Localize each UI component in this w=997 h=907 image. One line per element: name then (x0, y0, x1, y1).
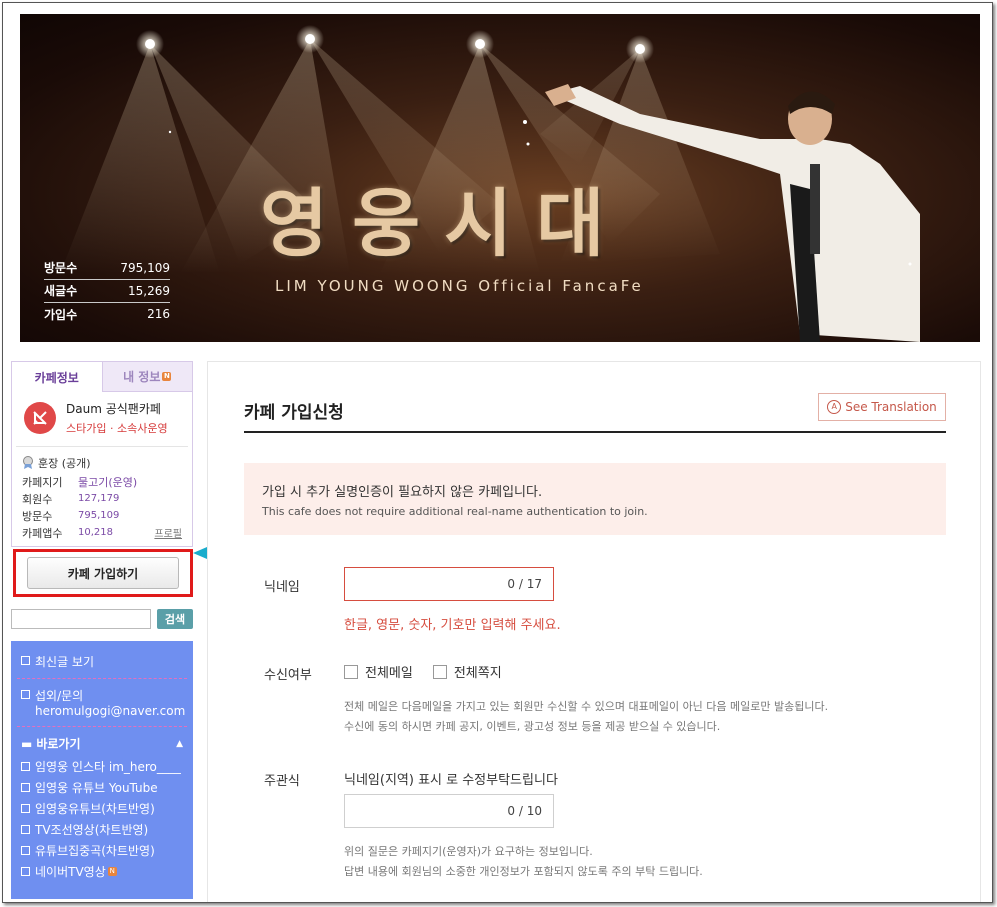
window-frame: 영웅시대 LIM YOUNG WOONG Official FancaFe 방문… (2, 2, 993, 903)
shortcut-item[interactable]: 네이버TV영상 N (11, 861, 193, 882)
receive-options: 전체메일 전체쪽지 (344, 662, 522, 681)
shortcut-item[interactable]: 임영웅 유튜브 YouTube (11, 777, 193, 798)
row-visits: 방문수 795,109 (22, 509, 120, 523)
receive-label: 수신여부 (264, 668, 312, 683)
translate-icon: A (827, 400, 842, 414)
stat-visits: 방문수 795,109 (44, 257, 170, 280)
search-button[interactable]: 검색 (157, 609, 193, 629)
row-members: 회원수 127,179 (22, 492, 120, 506)
link-icon (21, 783, 30, 792)
sidebar-search: 검색 (11, 609, 193, 629)
question-text: 닉네임(지역) 표시 로 수정부탁드립니다 (344, 773, 558, 788)
join-highlight: 카페 가입하기 (13, 549, 193, 597)
nickname-input[interactable]: 0 / 17 (344, 567, 554, 601)
new-badge: N (107, 867, 117, 876)
board-icon (21, 656, 30, 665)
cafe-rank: 훈장 (공개) (12, 447, 192, 473)
shortcut-item[interactable]: TV조선영상(차트반영) (11, 819, 193, 840)
all-mail-checkbox[interactable]: 전체메일 (344, 662, 413, 681)
answer-input[interactable]: 0 / 10 (344, 794, 554, 828)
medal-icon (23, 456, 33, 469)
shortcut-item[interactable]: 임영웅 인스타 im_hero____ (11, 756, 193, 777)
page-title: 카페 가입신청 (244, 403, 344, 423)
auth-notice: 가입 시 추가 실명인증이 필요하지 않은 카페입니다. This cafe d… (244, 463, 946, 535)
link-icon (21, 804, 30, 813)
cafe-type: Daum 공식팬카페 스타가입 · 소속사운영 (16, 392, 188, 447)
link-icon (21, 762, 30, 771)
banner-title: 영웅시대 (260, 181, 629, 267)
menu-contact[interactable]: 섭외/문의 heromulgogi@naver.com (11, 683, 193, 722)
cafe-banner: 영웅시대 LIM YOUNG WOONG Official FancaFe 방문… (20, 14, 980, 342)
banner-subtitle: LIM YOUNG WOONG Official FancaFe (275, 277, 644, 295)
dash-icon: ▬ (21, 736, 33, 751)
row-app-count: 카페앱수 10,218 프로필 (22, 525, 182, 541)
row-manager: 카페지기 물고기(운영) (22, 474, 138, 490)
profile-link[interactable]: 프로필 (154, 525, 182, 540)
info-tabs: 카페정보 내 정보 N (12, 362, 192, 392)
daum-official-icon (24, 402, 56, 434)
join-cafe-button[interactable]: 카페 가입하기 (27, 557, 179, 589)
cafe-type-desc: 스타가입 · 소속사운영 (66, 422, 168, 435)
see-translation-button[interactable]: A See Translation (818, 393, 946, 421)
question-label: 주관식 (264, 774, 300, 789)
all-note-checkbox[interactable]: 전체쪽지 (432, 662, 502, 681)
manager-link[interactable]: 물고기(운영) (78, 474, 137, 490)
join-form-panel: 카페 가입신청 A See Translation 가입 시 추가 실명인증이 … (207, 361, 981, 902)
stat-new-posts: 새글수 15,269 (44, 280, 170, 303)
search-input[interactable] (11, 609, 151, 629)
new-badge: N (162, 372, 172, 381)
menu-recent-posts[interactable]: 최신글 보기 (11, 649, 193, 674)
tab-cafe-info[interactable]: 카페정보 (12, 362, 102, 392)
nickname-label: 닉네임 (264, 580, 300, 595)
title-divider (244, 431, 946, 433)
receive-description: 전체 메일은 다음메일을 가지고 있는 회원만 수신할 수 있으며 대표메일이 … (344, 700, 829, 733)
cafe-type-name: Daum 공식팬카페 (66, 402, 161, 416)
question-description: 위의 질문은 카페지기(운영자)가 요구하는 정보입니다. 답변 내용에 회원님… (344, 845, 703, 878)
answer-counter: 0 / 10 (507, 804, 542, 818)
shortcut-item[interactable]: 유튜브집중곡(차트반영) (11, 840, 193, 861)
collapse-up-icon[interactable]: ▲ (176, 739, 183, 749)
sidebar: 카페정보 내 정보 N Daum 공식팬카페 스타가입 · 소속사운영 훈장 (공… (11, 361, 193, 547)
sidebar-menu: 최신글 보기 섭외/문의 heromulgogi@naver.com ▬ 바로가… (11, 641, 193, 899)
tab-my-info[interactable]: 내 정보 N (101, 362, 192, 392)
shortcut-header[interactable]: ▬ 바로가기 ▲ (11, 731, 193, 756)
banner-stats: 방문수 795,109 새글수 15,269 가입수 216 (44, 257, 170, 326)
shortcut-item[interactable]: 임영웅유튜브(차트반영) (11, 798, 193, 819)
nickname-counter: 0 / 17 (507, 577, 542, 591)
stat-joins: 가입수 216 (44, 307, 170, 322)
link-icon (21, 867, 30, 876)
nickname-error: 한글, 영문, 숫자, 기호만 입력해 주세요. (344, 618, 561, 633)
cafe-info-box: 카페정보 내 정보 N Daum 공식팬카페 스타가입 · 소속사운영 훈장 (공… (11, 361, 193, 547)
link-icon (21, 846, 30, 855)
link-icon (21, 825, 30, 834)
board-icon (21, 690, 30, 699)
